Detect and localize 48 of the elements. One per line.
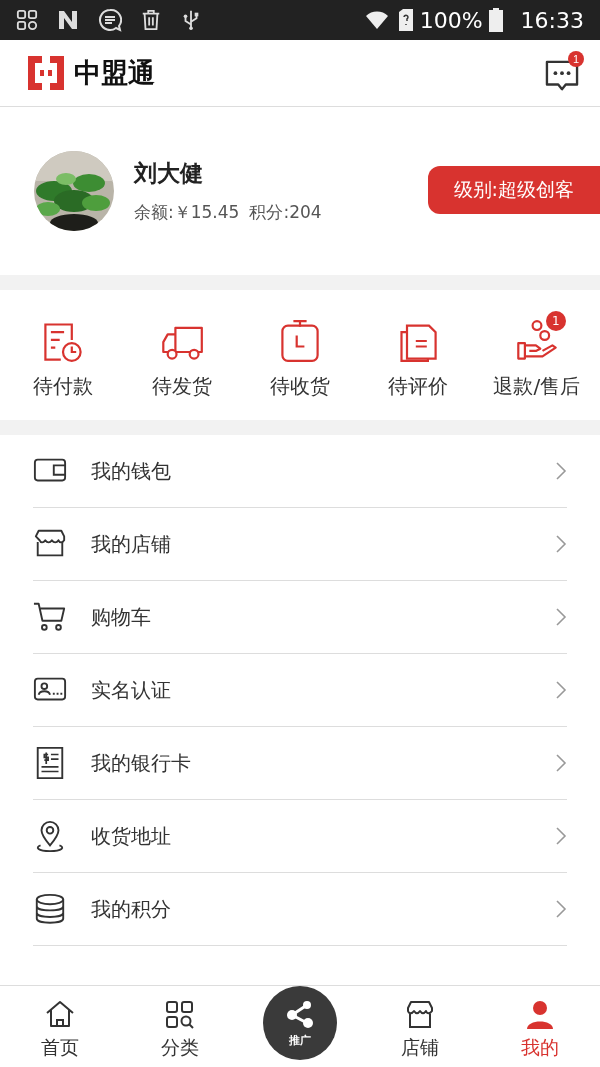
logo-icon — [28, 56, 64, 90]
notification-badge: 1 — [545, 310, 566, 331]
menu-item[interactable]: 我的钱包 — [33, 435, 567, 508]
hand-coins-icon — [514, 318, 559, 363]
menu-item[interactable]: 我的银行卡 — [33, 727, 567, 800]
chat-icon — [98, 8, 122, 32]
menu-item[interactable]: 我的积分 — [33, 873, 567, 946]
chevron-right-icon — [555, 753, 567, 773]
chevron-right-icon — [555, 899, 567, 919]
menu-item[interactable]: 实名认证 — [33, 654, 567, 727]
points-text: 积分:204 — [249, 201, 322, 224]
share-icon — [284, 998, 316, 1030]
nav-tab[interactable]: 店铺 — [360, 999, 480, 1061]
user-icon — [524, 999, 556, 1031]
trash-icon — [140, 8, 162, 32]
app-icon — [56, 8, 80, 32]
shop-icon — [404, 999, 436, 1031]
chevron-right-icon — [555, 680, 567, 700]
order-status-button[interactable]: 待发货 — [126, 310, 237, 400]
notification-badge: 1 — [568, 51, 584, 67]
battery-percent: 100% — [419, 7, 483, 33]
chevron-right-icon — [555, 534, 567, 554]
coin-stack-icon — [33, 892, 67, 926]
menu-item[interactable]: 我的店铺 — [33, 508, 567, 581]
app-title: 中盟通 — [74, 56, 155, 90]
share-button[interactable]: 推广 — [263, 986, 337, 1060]
order-status-button[interactable]: 退款/售后 1 — [481, 310, 592, 400]
nav-tab[interactable]: 我的 — [480, 999, 600, 1061]
chevron-right-icon — [555, 826, 567, 846]
menu-item[interactable]: 购物车 — [33, 581, 567, 654]
battery-icon — [488, 8, 503, 32]
level-button[interactable]: 级别:超级创客 — [427, 166, 600, 214]
menu-item[interactable]: 收货地址 — [33, 800, 567, 873]
nav-tab[interactable]: 分类 — [120, 999, 240, 1061]
grid-search-icon — [164, 999, 196, 1031]
order-status-button[interactable]: 待评价 — [363, 310, 474, 400]
sim-icon — [397, 8, 414, 32]
clock: 16:33 — [520, 7, 584, 33]
message-button[interactable]: 1 — [540, 51, 584, 95]
user-name: 刘大健 — [134, 159, 204, 188]
order-status-button[interactable]: 待收货 — [244, 310, 355, 400]
nav-tab[interactable]: 首页 — [0, 999, 120, 1061]
cart-icon — [33, 600, 67, 634]
chevron-right-icon — [555, 461, 567, 481]
order-status-button[interactable]: 待付款 — [8, 310, 119, 400]
apps-icon — [16, 9, 38, 31]
chevron-right-icon — [555, 607, 567, 627]
balance-text: 余额:￥15.45 — [134, 201, 240, 224]
